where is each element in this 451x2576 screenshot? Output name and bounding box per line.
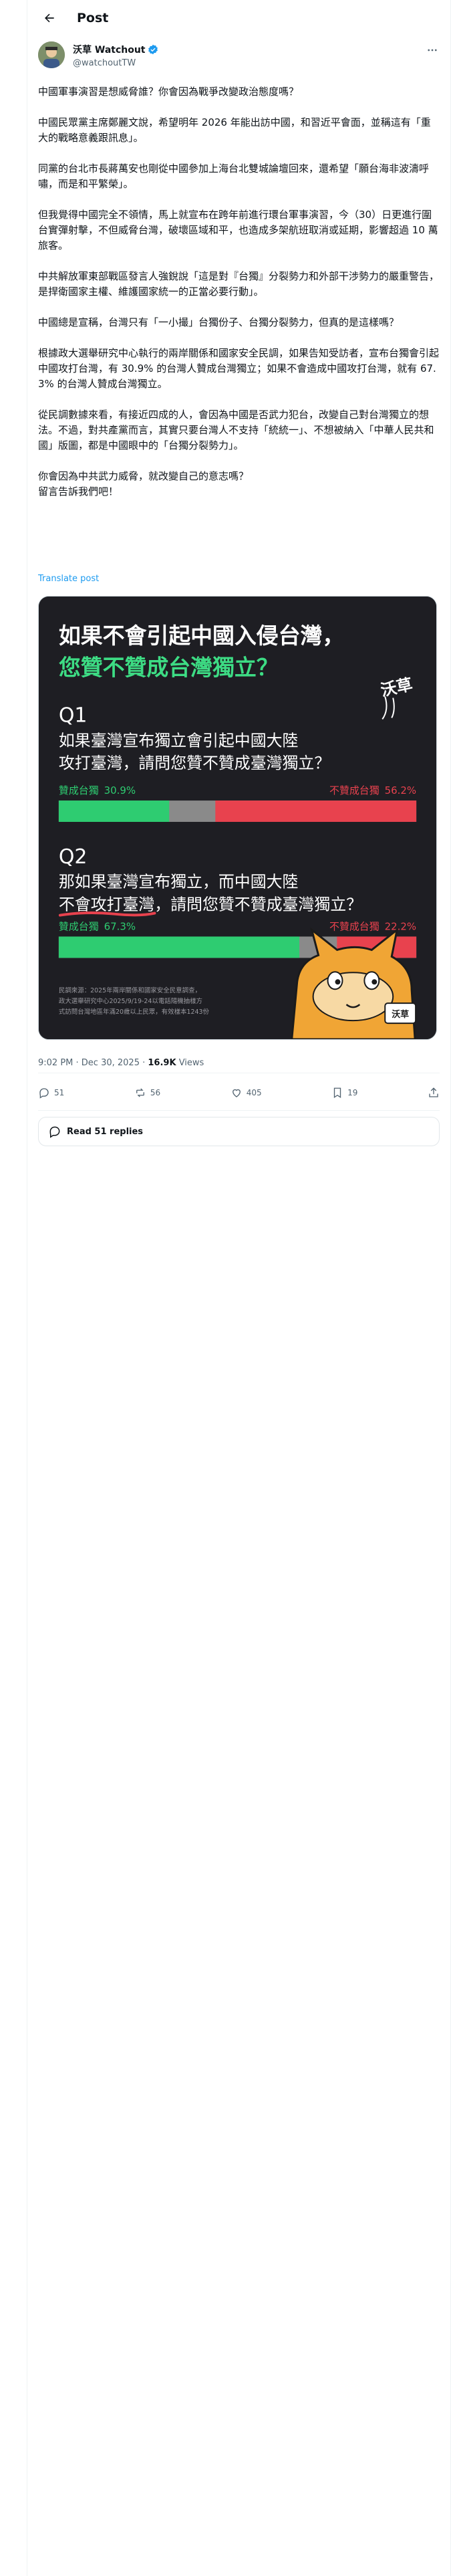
divider (38, 1110, 440, 1111)
share-icon (429, 1087, 438, 1097)
avatar-image (38, 41, 65, 68)
page-title: Post (77, 11, 109, 25)
source-line1: 民調來源：2025年兩岸關係和國家安全民意調查， (59, 986, 201, 994)
read-replies-label: Read 51 replies (67, 1126, 144, 1137)
paragraph: 中共解放軍東部戰區發言人強銳說「這是對『台獨』分裂勢力和外部干涉勢力的嚴重警告，… (38, 270, 440, 298)
q2-disagree-value: 22.2% (385, 920, 416, 932)
action-bar: 51 56 405 19 (38, 1079, 440, 1106)
q2-label: Q2 (59, 845, 88, 869)
reply-count: 51 (54, 1088, 65, 1097)
repost-button[interactable]: 56 (134, 1087, 160, 1099)
avatar[interactable] (38, 41, 65, 68)
more-dots-icon (428, 49, 437, 51)
paragraph: 從民調數據來看，有接近四成的人，會因為中國是否武力犯台，改變自己對台灣獨立的想法… (38, 409, 434, 451)
q1-label: Q1 (59, 704, 88, 727)
q1-agree-bar (58, 800, 170, 822)
read-replies-button[interactable]: Read 51 replies (38, 1117, 440, 1146)
paragraph: 同黨的台北市長蔣萬安也剛從中國參加上海台北雙城論壇回來，還希望「願台海非波濤呼嘯… (38, 163, 430, 190)
more-button[interactable] (425, 43, 440, 58)
views-label: Views (178, 1058, 204, 1068)
poll-infographic: 如果不會引起中國入侵台灣， 您贊不贊成台灣獨立？ 沃草 Q1 如果臺灣宣布獨立會… (39, 597, 436, 1039)
q1-line1: 如果臺灣宣布獨立會引起中國大陸 (59, 731, 299, 750)
post-time[interactable]: 9:02 PM (38, 1058, 73, 1068)
post-meta: 9:02 PM · Dec 30, 2025 · 16.9K Views (38, 1058, 204, 1068)
post-text: 中國軍事演習是想威脅誰？你會因為戰爭改變政治態度嗎？ 中國民眾黨主席鄭麗文說，希望… (38, 84, 440, 500)
bookmark-button[interactable]: 19 (331, 1087, 357, 1099)
q1-line2: 攻打臺灣，請問您贊不贊成臺灣獨立？ (59, 754, 330, 772)
author-handle[interactable]: @watchoutTW (73, 58, 158, 68)
post-image[interactable]: 如果不會引起中國入侵台灣， 您贊不贊成台灣獨立？ 沃草 Q1 如果臺灣宣布獨立會… (38, 596, 437, 1040)
repost-count: 56 (150, 1088, 161, 1097)
paragraph: 但我覺得中國完全不領情，馬上就宣布在跨年前進行環台軍事演習，今（30）日更進行圍… (38, 209, 438, 251)
q1-disagree-label: 不贊成台獨 56.2% (329, 784, 416, 796)
infographic-title-line1: 如果不會引起中國入侵台灣， (59, 623, 344, 649)
reply-button[interactable]: 51 (38, 1087, 64, 1099)
views-count: 16.9K (148, 1058, 176, 1068)
post-header: 沃草 Watchout @watchoutTW (38, 41, 440, 72)
source-line3: 式訪問台灣地區年滿20歲以上民眾，有效樣本1243份 (59, 1008, 210, 1016)
q2-line1: 那如果臺灣宣布獨立，而中國大陸 (59, 873, 299, 891)
paragraph: 中國軍事演習是想威脅誰？你會因為戰爭改變政治態度嗎？ (38, 86, 299, 98)
post-date[interactable]: Dec 30, 2025 (82, 1058, 140, 1068)
q1-disagree-bar (215, 800, 417, 822)
q2-line2: 不會攻打臺灣，請問您贊不贊成臺灣獨立？ (59, 895, 362, 914)
q1-agree-label: 贊成台獨 30.9% (59, 784, 136, 796)
mascot-tag: 沃草 (392, 1009, 409, 1020)
like-button[interactable]: 405 (231, 1087, 262, 1099)
q2-agree-value: 67.3% (104, 920, 136, 932)
q1-disagree-value: 56.2% (385, 784, 416, 796)
infographic-title-line2: 您贊不贊成台灣獨立？ (59, 655, 279, 681)
bookmark-count: 19 (347, 1088, 358, 1097)
q2-agree-bar (58, 936, 300, 958)
q2-agree-label: 贊成台獨 67.3% (59, 920, 136, 932)
author-name[interactable]: 沃草 Watchout (73, 43, 146, 56)
paragraph: 中國總是宣稱，台灣只有「一小撮」台獨份子、台獨分裂勢力，但真的是這樣嗎？ (38, 316, 400, 328)
verified-badge-icon (148, 44, 158, 55)
q2-disagree-label: 不贊成台獨 22.2% (329, 920, 416, 932)
source-line2: 政大選舉研究中心2025/9/19-24以電話隨機抽樣方 (59, 997, 202, 1005)
back-button[interactable] (38, 7, 61, 29)
share-button[interactable] (428, 1087, 440, 1099)
like-count: 405 (246, 1088, 262, 1097)
paragraph: 中國民眾黨主席鄭麗文說，希望明年 2026 年能出訪中國，和習近平會面，並稱這有… (38, 116, 431, 144)
reply-icon (39, 1088, 49, 1099)
paragraph: 你會因為中共武力威脅，就改變自己的意志嗎？ 留言告訴我們吧！ (38, 470, 249, 498)
translate-post-link[interactable]: Translate post (38, 574, 99, 584)
paragraph: 根據政大選舉研究中心執行的兩岸關係和國家安全民調，如果告知受訪者，宣布台獨會引起… (38, 347, 440, 390)
q1-agree-value: 30.9% (104, 784, 136, 796)
top-bar: Post (27, 0, 450, 36)
arrow-left-icon (45, 13, 54, 23)
repost-icon (136, 1088, 144, 1097)
heart-icon (232, 1089, 241, 1097)
bookmark-icon (333, 1087, 341, 1099)
reply-bubble-icon (49, 1126, 60, 1138)
